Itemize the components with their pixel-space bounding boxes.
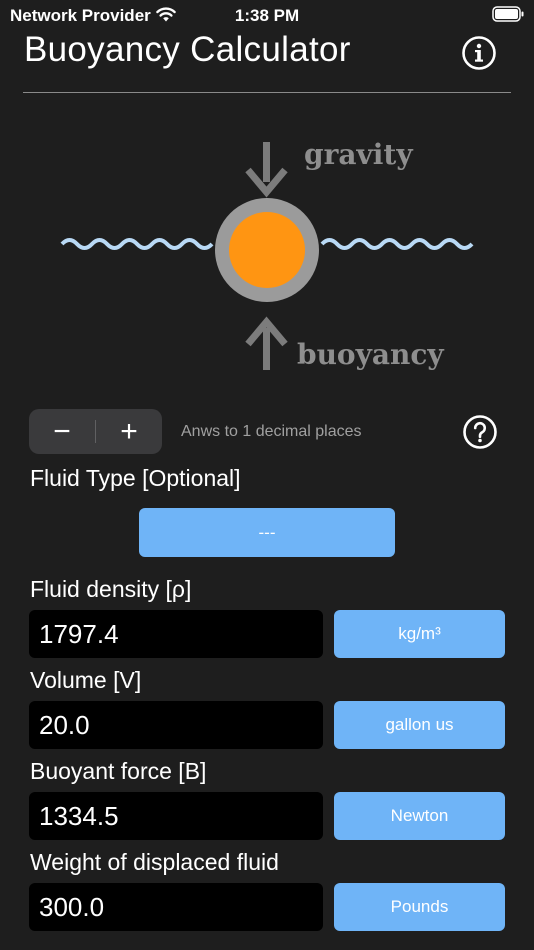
weight-input[interactable]: 300.0: [29, 883, 323, 931]
buoyant-force-unit-button[interactable]: Newton: [334, 792, 505, 840]
help-icon[interactable]: [462, 414, 498, 450]
buoyancy-label: buoyancy: [297, 338, 444, 371]
fluid-type-label: Fluid Type [Optional]: [30, 465, 241, 491]
buoyancy-arrow-icon: [245, 316, 288, 370]
fluid-type-button[interactable]: ---: [139, 508, 395, 557]
object-ball: [229, 212, 305, 288]
density-label: Fluid density [ρ]: [30, 576, 192, 602]
buoyancy-diagram: gravity buoyancy: [0, 120, 534, 390]
info-icon[interactable]: [461, 35, 497, 71]
gravity-arrow-icon: [245, 142, 288, 198]
buoyant-force-label: Buoyant force [B]: [30, 758, 207, 784]
status-time: 1:38 PM: [234, 6, 300, 25]
page-title: Buoyancy Calculator: [24, 30, 351, 69]
diagram-graphic: [60, 142, 474, 370]
gravity-label: gravity: [304, 138, 413, 171]
volume-input[interactable]: 20.0: [29, 701, 323, 749]
buoyant-force-input[interactable]: 1334.5: [29, 792, 323, 840]
increment-button[interactable]: +: [96, 409, 162, 454]
status-bar: Network Provider 1:38 PM: [0, 0, 534, 30]
weight-label: Weight of displaced fluid: [30, 849, 279, 875]
decrement-button[interactable]: −: [29, 409, 95, 454]
weight-unit-button[interactable]: Pounds: [334, 883, 505, 931]
density-unit-button[interactable]: kg/m³: [334, 610, 505, 658]
decimal-stepper[interactable]: − +: [29, 409, 162, 454]
decimal-places-hint: Anws to 1 decimal places: [181, 423, 362, 440]
volume-unit-button[interactable]: gallon us: [334, 701, 505, 749]
volume-label: Volume [V]: [30, 667, 142, 693]
density-input[interactable]: 1797.4: [29, 610, 323, 658]
battery-icon: [492, 6, 524, 22]
title-divider: [23, 92, 511, 93]
